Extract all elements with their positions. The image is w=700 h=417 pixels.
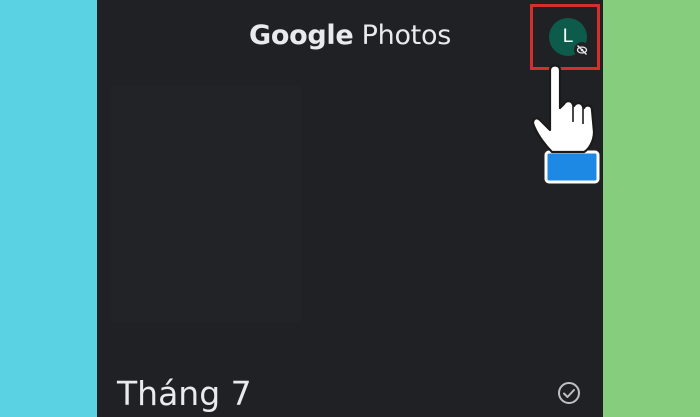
pointing-hand-icon: [528, 60, 604, 186]
photo-thumbnail[interactable]: [111, 86, 301, 322]
incognito-off-icon: [574, 42, 590, 58]
right-background: [603, 0, 700, 417]
month-section-title: Tháng 7: [117, 374, 252, 413]
app-title: Google Photos: [97, 20, 603, 51]
check-circle-icon[interactable]: [557, 381, 581, 405]
app-title-product: Photos: [361, 20, 452, 51]
left-background: [0, 0, 97, 417]
month-section-header: Tháng 7: [97, 360, 603, 417]
app-title-brand: Google: [249, 20, 354, 51]
avatar-letter: L: [562, 26, 574, 47]
